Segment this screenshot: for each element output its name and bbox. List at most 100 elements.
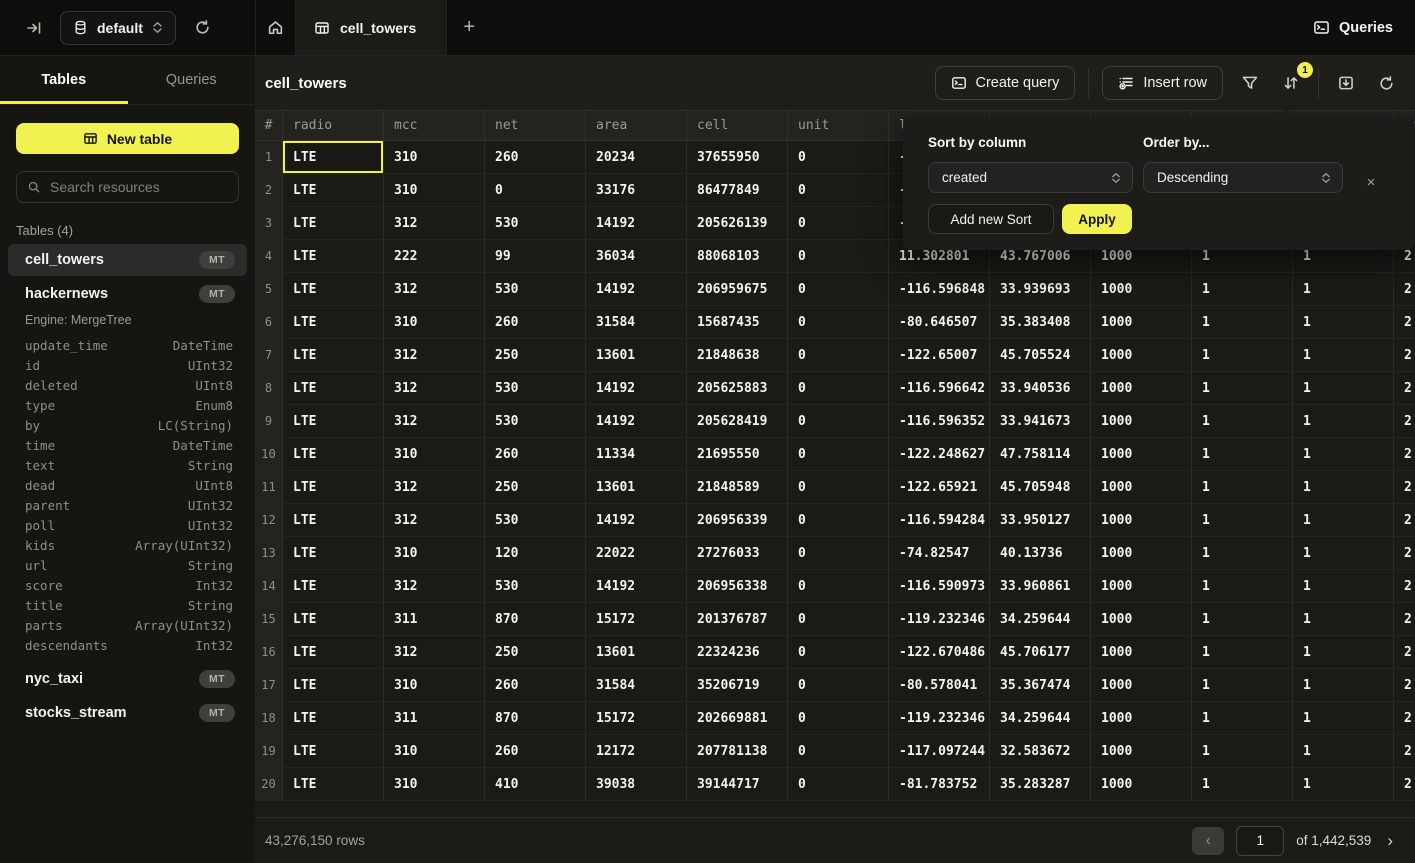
grid-cell[interactable]: -122.670486 [889, 636, 990, 668]
grid-cell[interactable]: 311 [384, 603, 485, 635]
grid-cell[interactable]: 0 [788, 372, 889, 404]
grid-cell[interactable]: 260 [485, 141, 586, 173]
grid-cell[interactable]: 2 [1394, 570, 1415, 602]
grid-cell[interactable]: 0 [788, 636, 889, 668]
sidebar-tab-tables[interactable]: Tables [0, 56, 128, 104]
grid-cell[interactable]: 1000 [1091, 768, 1192, 800]
column-header-mcc[interactable]: mcc [384, 111, 485, 140]
grid-cell[interactable]: 14192 [586, 504, 687, 536]
grid-cell[interactable]: 0 [788, 141, 889, 173]
column-header-net[interactable]: net [485, 111, 586, 140]
grid-cell[interactable]: 205628419 [687, 405, 788, 437]
grid-cell[interactable]: 15172 [586, 702, 687, 734]
grid-cell[interactable]: 310 [384, 438, 485, 470]
grid-cell[interactable]: 99 [485, 240, 586, 272]
row-index-cell[interactable]: 2 [255, 174, 283, 206]
grid-cell[interactable]: LTE [283, 471, 384, 503]
grid-cell[interactable]: 206956338 [687, 570, 788, 602]
grid-cell[interactable]: 1 [1293, 273, 1394, 305]
search-resources[interactable] [16, 171, 239, 203]
grid-cell[interactable]: 45.705948 [990, 471, 1091, 503]
grid-cell[interactable]: 530 [485, 570, 586, 602]
grid-cell[interactable]: -116.596848 [889, 273, 990, 305]
grid-cell[interactable]: 2 [1394, 504, 1415, 536]
grid-cell[interactable]: 1000 [1091, 471, 1192, 503]
grid-cell[interactable]: 1 [1192, 405, 1293, 437]
sort-column-select[interactable]: created [928, 162, 1133, 193]
grid-cell[interactable]: -80.646507 [889, 306, 990, 338]
row-index-cell[interactable]: 4 [255, 240, 283, 272]
sidebar-item-hackernews[interactable]: hackernews MT [8, 278, 247, 310]
grid-cell[interactable]: 0 [788, 405, 889, 437]
grid-cell[interactable]: LTE [283, 372, 384, 404]
grid-cell[interactable]: 1 [1293, 339, 1394, 371]
grid-cell[interactable]: 1000 [1091, 537, 1192, 569]
grid-cell[interactable]: 260 [485, 735, 586, 767]
grid-cell[interactable]: 15687435 [687, 306, 788, 338]
grid-cell[interactable]: 1 [1192, 768, 1293, 800]
sidebar-item-nyc-taxi[interactable]: nyc_taxi MT [8, 663, 247, 695]
row-index-cell[interactable]: 8 [255, 372, 283, 404]
grid-cell[interactable]: 310 [384, 768, 485, 800]
grid-cell[interactable]: 15172 [586, 603, 687, 635]
grid-cell[interactable]: 310 [384, 669, 485, 701]
grid-cell[interactable]: 14192 [586, 207, 687, 239]
grid-cell[interactable]: 530 [485, 372, 586, 404]
grid-cell[interactable]: 1 [1293, 669, 1394, 701]
grid-cell[interactable]: LTE [283, 405, 384, 437]
grid-cell[interactable]: 0 [788, 339, 889, 371]
add-new-sort-button[interactable]: Add new Sort [928, 204, 1054, 234]
grid-cell[interactable]: 1 [1293, 768, 1394, 800]
grid-cell[interactable]: 310 [384, 735, 485, 767]
grid-cell[interactable]: 1 [1293, 636, 1394, 668]
grid-cell[interactable]: 21695550 [687, 438, 788, 470]
grid-cell[interactable]: 1 [1192, 273, 1293, 305]
row-index-cell[interactable]: 16 [255, 636, 283, 668]
grid-cell[interactable]: LTE [283, 603, 384, 635]
grid-cell[interactable]: 1000 [1091, 636, 1192, 668]
grid-cell[interactable]: -74.82547 [889, 537, 990, 569]
grid-cell[interactable]: 0 [788, 174, 889, 206]
grid-cell[interactable]: LTE [283, 504, 384, 536]
create-query-button[interactable]: Create query [935, 66, 1076, 100]
grid-cell[interactable]: 21848589 [687, 471, 788, 503]
grid-cell[interactable]: -117.097244 [889, 735, 990, 767]
grid-cell[interactable]: LTE [283, 537, 384, 569]
grid-cell[interactable]: 1000 [1091, 669, 1192, 701]
grid-cell[interactable]: 1000 [1091, 438, 1192, 470]
grid-cell[interactable]: 1 [1192, 438, 1293, 470]
grid-cell[interactable]: 2 [1394, 636, 1415, 668]
grid-cell[interactable]: 1000 [1091, 405, 1192, 437]
grid-cell[interactable]: 207781138 [687, 735, 788, 767]
grid-cell[interactable]: 45.706177 [990, 636, 1091, 668]
grid-cell[interactable]: 0 [788, 273, 889, 305]
grid-cell[interactable]: 0 [788, 702, 889, 734]
grid-cell[interactable]: 2 [1394, 273, 1415, 305]
row-index-cell[interactable]: 11 [255, 471, 283, 503]
grid-cell[interactable]: 13601 [586, 471, 687, 503]
grid-cell[interactable]: LTE [283, 570, 384, 602]
row-index-cell[interactable]: 13 [255, 537, 283, 569]
grid-cell[interactable]: 36034 [586, 240, 687, 272]
grid-cell[interactable]: 31584 [586, 669, 687, 701]
grid-cell[interactable]: 201376787 [687, 603, 788, 635]
row-index-cell[interactable]: 15 [255, 603, 283, 635]
grid-cell[interactable]: 13601 [586, 339, 687, 371]
grid-cell[interactable]: 37655950 [687, 141, 788, 173]
grid-cell[interactable]: 0 [788, 735, 889, 767]
grid-cell[interactable]: 2 [1394, 537, 1415, 569]
grid-cell[interactable]: 0 [788, 768, 889, 800]
grid-cell[interactable]: 11334 [586, 438, 687, 470]
grid-cell[interactable]: 312 [384, 405, 485, 437]
refresh-database-button[interactable] [190, 15, 215, 40]
grid-cell[interactable]: 2 [1394, 603, 1415, 635]
grid-cell[interactable]: 2 [1394, 405, 1415, 437]
home-button[interactable] [256, 0, 296, 55]
grid-cell[interactable]: 0 [788, 570, 889, 602]
grid-cell[interactable]: 0 [788, 306, 889, 338]
grid-cell[interactable]: 410 [485, 768, 586, 800]
grid-cell[interactable]: 2 [1394, 438, 1415, 470]
grid-cell[interactable]: 35.367474 [990, 669, 1091, 701]
grid-cell[interactable]: LTE [283, 702, 384, 734]
grid-cell[interactable]: 222 [384, 240, 485, 272]
